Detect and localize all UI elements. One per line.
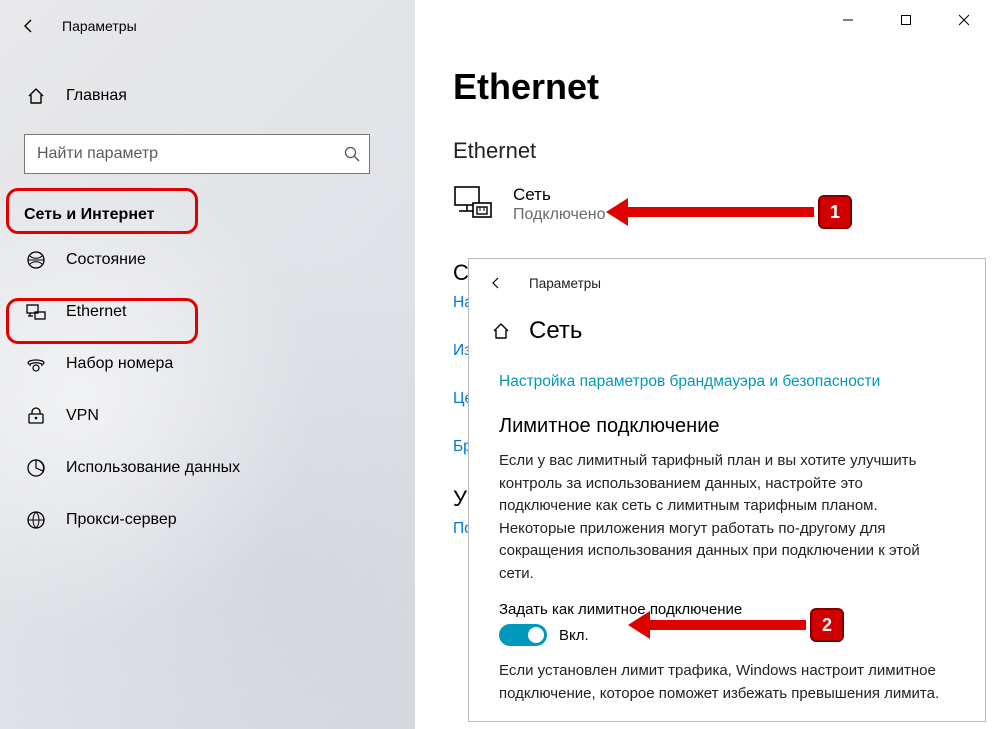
sidebar-item-label: Набор номера — [66, 355, 173, 373]
firewall-settings-link[interactable]: Настройка параметров брандмауэра и безоп… — [499, 373, 880, 391]
metered-toggle-row: Вкл. — [499, 624, 955, 646]
sidebar: Параметры Главная Сеть и Интернет — [0, 0, 415, 729]
search-wrap — [24, 134, 395, 174]
search-box[interactable] — [24, 134, 370, 174]
sidebar-item-proxy[interactable]: Прокси-сервер — [0, 494, 415, 546]
section-heading-ethernet: Ethernet — [453, 138, 973, 164]
sidebar-item-datausage[interactable]: Использование данных — [0, 442, 415, 494]
sidebar-item-label: Состояние — [66, 251, 146, 269]
ethernet-icon — [26, 302, 46, 322]
popup-title: Параметры — [529, 276, 601, 291]
sidebar-item-label: Ethernet — [66, 303, 126, 321]
sidebar-item-ethernet[interactable]: Ethernet — [0, 286, 415, 338]
network-status: Подключено — [513, 206, 606, 224]
back-icon[interactable] — [489, 276, 505, 290]
back-icon[interactable] — [20, 17, 38, 35]
popup-page-heading: Сеть — [469, 307, 985, 355]
metered-description: Если у вас лимитный тарифный план и вы х… — [499, 450, 955, 585]
network-tile[interactable]: Сеть Подключено — [453, 184, 973, 224]
proxy-icon — [26, 510, 46, 530]
sidebar-item-label: Использование данных — [66, 459, 240, 477]
status-icon — [26, 250, 46, 270]
vpn-icon — [26, 406, 46, 426]
sidebar-home[interactable]: Главная — [0, 74, 415, 118]
network-name: Сеть — [513, 184, 606, 206]
page-title: Ethernet — [453, 66, 973, 108]
metered-toggle[interactable] — [499, 624, 547, 646]
metered-heading: Лимитное подключение — [499, 415, 955, 438]
sidebar-home-label: Главная — [66, 87, 127, 105]
window-title: Параметры — [62, 18, 137, 34]
sidebar-item-status[interactable]: Состояние — [0, 234, 415, 286]
sidebar-item-vpn[interactable]: VPN — [0, 390, 415, 442]
toggle-caption: Задать как лимитное подключение — [499, 601, 955, 618]
metered-footer: Если установлен лимит трафика, Windows н… — [499, 660, 955, 705]
popup-window: Параметры Сеть Настройка параметров бран… — [468, 258, 986, 722]
ethernet-device-icon — [453, 185, 493, 223]
popup-header: Параметры — [469, 259, 985, 307]
sidebar-item-label: Прокси-сервер — [66, 511, 177, 529]
sidebar-item-dialup[interactable]: Набор номера — [0, 338, 415, 390]
datausage-icon — [26, 458, 46, 478]
sidebar-header: Параметры — [0, 0, 415, 52]
search-icon — [343, 145, 361, 163]
search-input[interactable] — [25, 135, 329, 173]
sidebar-section-title: Сеть и Интернет — [0, 192, 415, 234]
settings-window: Параметры Главная Сеть и Интернет — [0, 0, 993, 729]
sidebar-item-label: VPN — [66, 407, 99, 425]
dialup-icon — [26, 354, 46, 374]
popup-page-title: Сеть — [529, 317, 582, 345]
toggle-state-label: Вкл. — [559, 627, 589, 644]
home-icon — [26, 86, 46, 106]
home-icon — [491, 321, 511, 341]
